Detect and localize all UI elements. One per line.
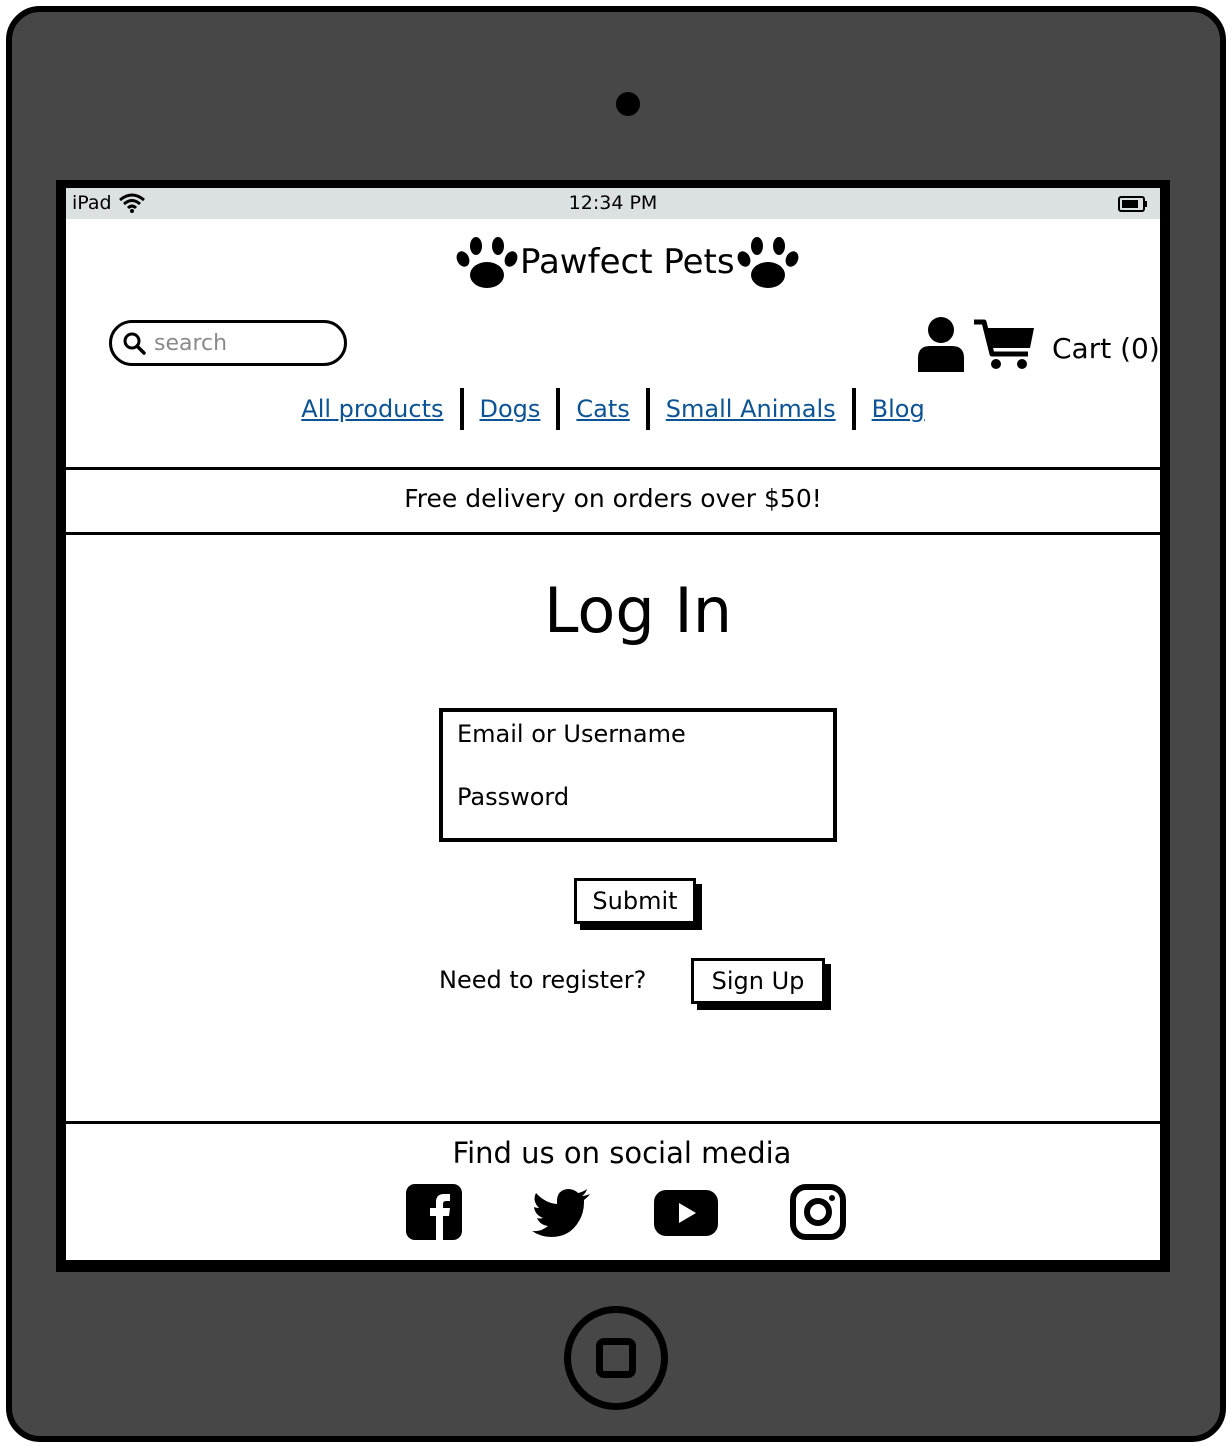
footer-title: Find us on social media: [452, 1136, 792, 1170]
user-account-icon[interactable]: [916, 316, 966, 372]
footer-rule: [66, 1121, 1160, 1124]
battery-icon: [1118, 196, 1147, 212]
banner-top-rule: [66, 467, 1160, 470]
nav-divider: [556, 388, 561, 430]
sign-up-button[interactable]: Sign Up: [691, 958, 825, 1004]
search-icon[interactable]: [122, 331, 146, 355]
nav-blog[interactable]: Blog: [872, 395, 925, 423]
search-input[interactable]: [154, 330, 324, 356]
main-nav: All products Dogs Cats Small Animals Blo…: [66, 388, 1160, 430]
status-bar: iPad 12:34 PM: [66, 188, 1160, 219]
nav-small-animals[interactable]: Small Animals: [666, 395, 836, 423]
home-button[interactable]: [564, 1306, 668, 1410]
youtube-icon[interactable]: [654, 1190, 718, 1236]
cart-link[interactable]: Cart (0): [1052, 332, 1160, 365]
cart-icon[interactable]: [972, 318, 1036, 372]
delivery-banner: Free delivery on orders over $50!: [404, 484, 822, 513]
nav-cats[interactable]: Cats: [576, 395, 629, 423]
paw-icon: [456, 237, 518, 288]
paw-icon: [737, 237, 798, 288]
password-field[interactable]: Password: [457, 783, 569, 811]
nav-all-products[interactable]: All products: [301, 395, 443, 423]
nav-dogs[interactable]: Dogs: [480, 395, 541, 423]
submit-button[interactable]: Submit: [574, 878, 696, 924]
nav-divider: [459, 388, 464, 430]
twitter-icon[interactable]: [532, 1188, 592, 1238]
register-prompt: Need to register?: [439, 966, 647, 994]
banner-bottom-rule: [66, 532, 1160, 535]
screen: iPad 12:34 PM Pawfect Pets search Cart (…: [66, 188, 1160, 1260]
search-bar[interactable]: [109, 320, 347, 366]
facebook-icon[interactable]: [406, 1184, 462, 1240]
logo-text: Pawfect Pets: [520, 242, 735, 282]
camera-dot: [616, 92, 640, 116]
site-logo[interactable]: Pawfect Pets: [456, 232, 799, 292]
page-title: Log In: [543, 574, 733, 647]
home-square-icon: [596, 1338, 636, 1378]
nav-divider: [851, 388, 856, 430]
email-field[interactable]: Email or Username: [457, 720, 686, 748]
login-form: Email or Username Password: [439, 708, 837, 842]
instagram-icon[interactable]: [790, 1184, 846, 1240]
nav-divider: [645, 388, 650, 430]
status-time: 12:34 PM: [568, 192, 658, 214]
